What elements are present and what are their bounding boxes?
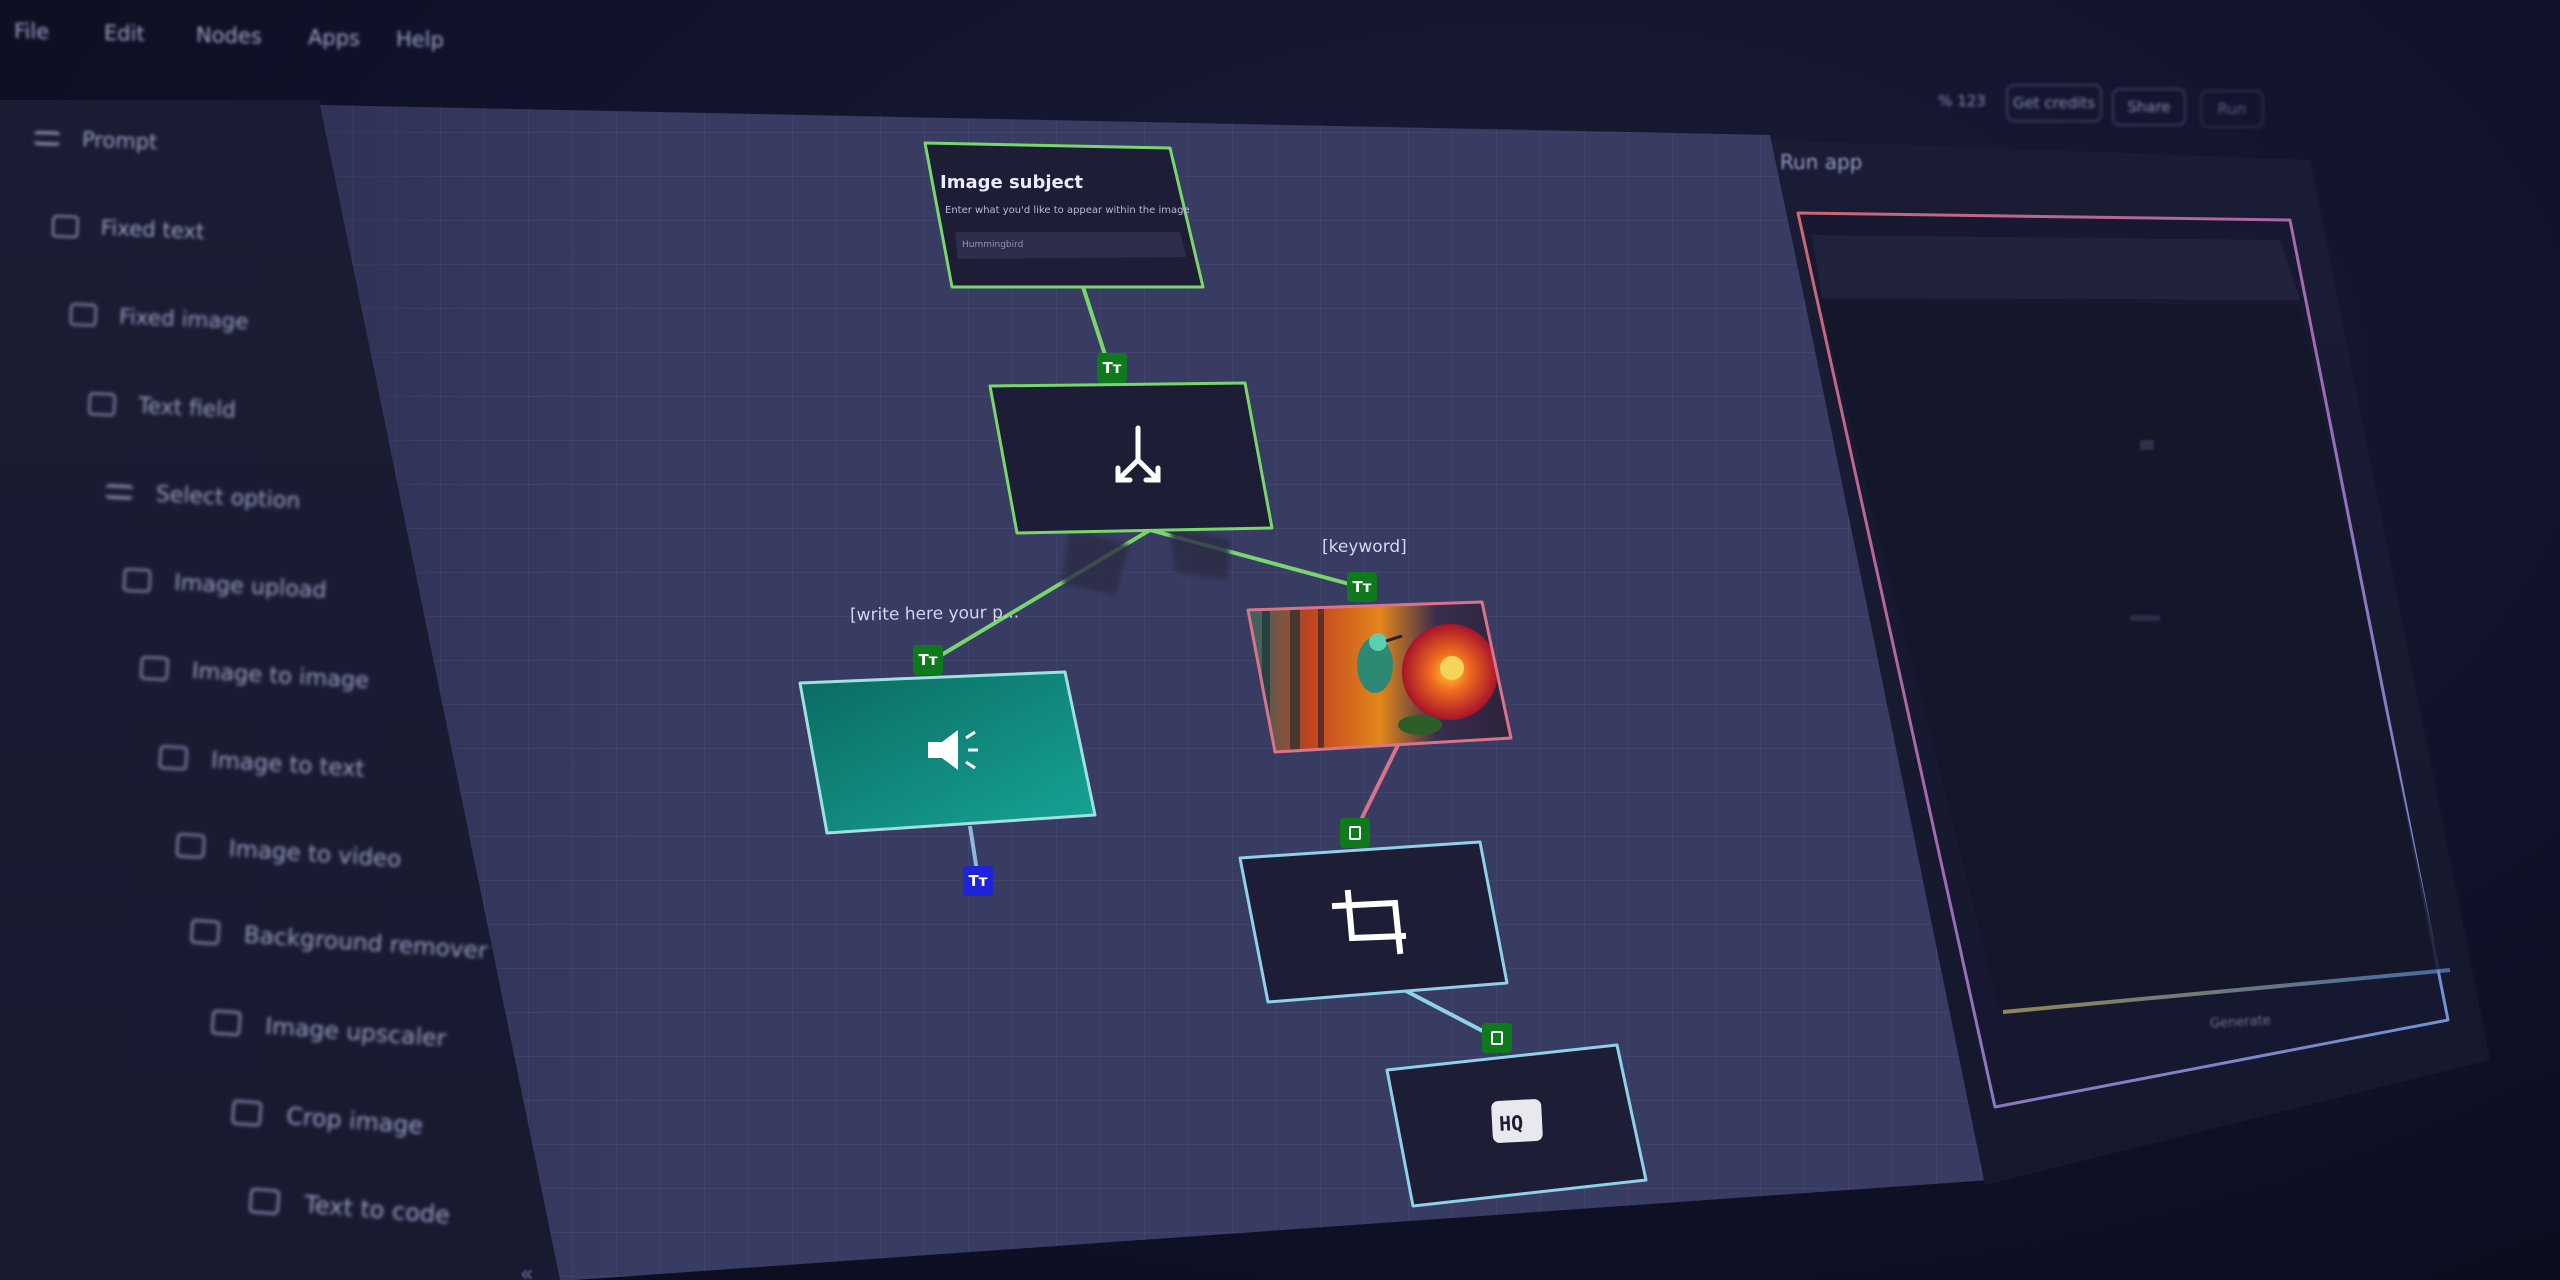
chevron-collapse-icon[interactable]: « <box>520 1262 533 1280</box>
run-app-preview <box>1796 211 2451 1109</box>
workflow-editor-scene: File Edit Nodes Apps Help % 123 Get cred… <box>0 0 2560 1280</box>
generate-button[interactable]: Generate <box>2210 1013 2271 1031</box>
